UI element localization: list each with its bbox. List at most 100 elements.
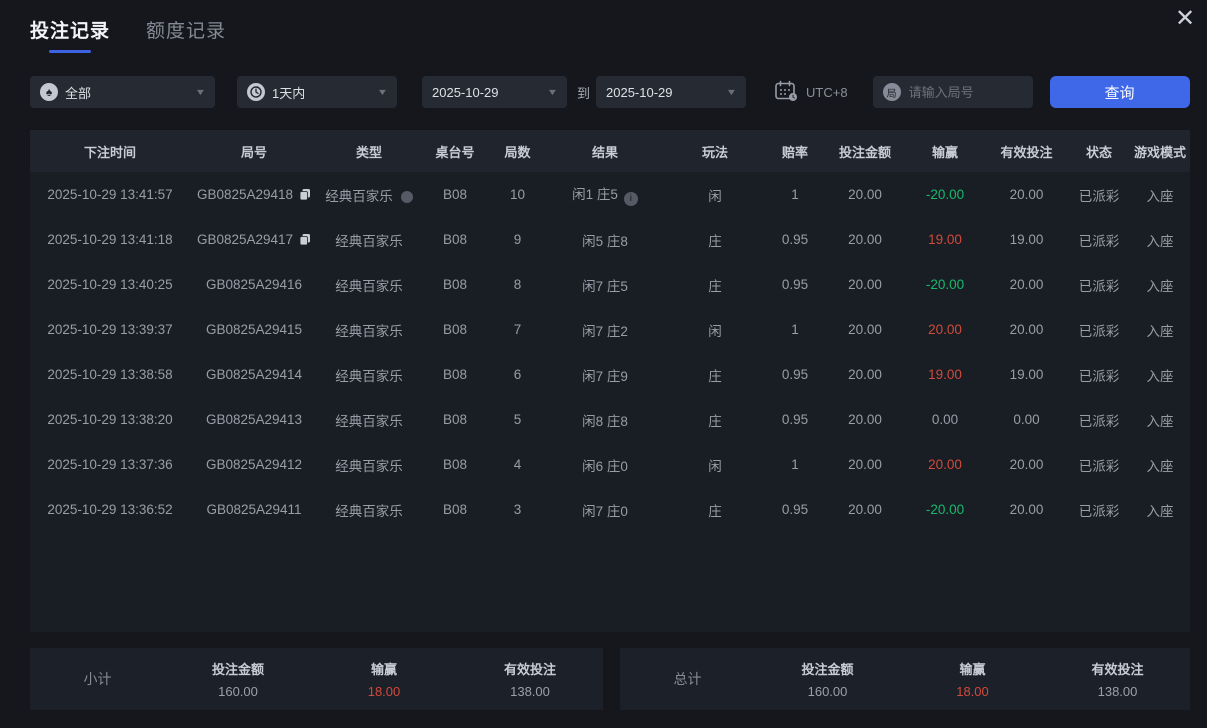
cell-round-id: GB0825A29413 (190, 397, 318, 442)
cell-win-loss: 20.00 (905, 442, 985, 487)
chevron-down-icon: ▼ (195, 87, 207, 97)
subtotal-win-loss: 输赢 18.00 (311, 659, 457, 699)
filter-bar: ♠ 全部 ▼ 1天内 ▼ 2025-10-29 ▼ 到 2025-10-29 ▼… (30, 76, 1190, 108)
info-icon[interactable]: i (624, 192, 638, 206)
cell-table-number: B08 (420, 262, 490, 307)
cell-round-id: GB0825A29412 (190, 442, 318, 487)
date-to-value: 2025-10-29 (606, 85, 673, 100)
cell-play-type: 闲 (665, 442, 765, 487)
date-from-value: 2025-10-29 (432, 85, 499, 100)
cell-status: 已派彩 (1068, 262, 1130, 307)
chevron-down-icon: ▼ (377, 87, 389, 97)
cell-game-mode: 入座 (1130, 397, 1190, 442)
timezone-label: UTC+8 (806, 85, 848, 100)
dialog-tabs: 投注记录 额度记录 (30, 16, 226, 53)
time-range-select[interactable]: 1天内 ▼ (237, 76, 397, 108)
summary-row: 小计 投注金额 160.00 输赢 18.00 有效投注 138.00 总计 投… (30, 648, 1190, 710)
table-row: 2025-10-29 13:36:52 GB0825A29411 经典百家乐 B… (30, 487, 1190, 532)
timezone-group: UTC+8 (774, 80, 848, 105)
subtotal-panel: 小计 投注金额 160.00 输赢 18.00 有效投注 138.00 (30, 648, 603, 710)
cell-status: 已派彩 (1068, 487, 1130, 532)
tab-bet-records[interactable]: 投注记录 (30, 16, 110, 53)
cell-odds: 1 (765, 307, 825, 352)
cell-round-count: 7 (490, 307, 545, 352)
query-button[interactable]: 查询 (1050, 76, 1190, 108)
cell-status: 已派彩 (1068, 442, 1130, 487)
column-header: 有效投注 (985, 130, 1068, 172)
cell-game-type: 经典百家乐 (318, 262, 420, 307)
cell-win-loss: 0.00 (905, 397, 985, 442)
cell-game-type: 经典百家乐 (318, 352, 420, 397)
total-label: 总计 (620, 669, 755, 689)
cell-status: 已派彩 (1068, 172, 1130, 217)
cell-game-mode: 入座 (1130, 307, 1190, 352)
cell-play-type: 庄 (665, 262, 765, 307)
close-icon[interactable]: ✕ (1169, 2, 1201, 34)
cell-game-mode: 入座 (1130, 217, 1190, 262)
column-header: 投注金额 (825, 130, 905, 172)
cell-valid-bet: 20.00 (985, 172, 1068, 217)
cell-round-count: 10 (490, 172, 545, 217)
video-dot-icon (401, 191, 413, 203)
cell-round-id: GB0825A29418 (190, 172, 318, 217)
column-header: 输赢 (905, 130, 985, 172)
column-header: 局数 (490, 130, 545, 172)
cell-odds: 0.95 (765, 397, 825, 442)
cell-valid-bet: 19.00 (985, 217, 1068, 262)
total-valid-bet: 有效投注 138.00 (1045, 659, 1190, 699)
cell-table-number: B08 (420, 397, 490, 442)
cell-valid-bet: 20.00 (985, 442, 1068, 487)
date-to-picker[interactable]: 2025-10-29 ▼ (596, 76, 746, 108)
cell-result: 闲5 庄8i (545, 217, 665, 262)
date-from-picker[interactable]: 2025-10-29 ▼ (422, 76, 567, 108)
cell-bet-time: 2025-10-29 13:38:58 (30, 352, 190, 397)
column-header: 状态 (1068, 130, 1130, 172)
cell-odds: 0.95 (765, 487, 825, 532)
cell-table-number: B08 (420, 307, 490, 352)
cell-odds: 1 (765, 172, 825, 217)
copy-icon[interactable] (299, 188, 311, 201)
cell-game-mode: 入座 (1130, 487, 1190, 532)
round-number-input[interactable] (909, 85, 1019, 100)
cell-play-type: 庄 (665, 217, 765, 262)
time-range-value: 1天内 (272, 83, 305, 102)
cell-status: 已派彩 (1068, 397, 1130, 442)
cell-table-number: B08 (420, 172, 490, 217)
cell-odds: 0.95 (765, 217, 825, 262)
cell-valid-bet: 19.00 (985, 352, 1068, 397)
cell-bet-amount: 20.00 (825, 217, 905, 262)
cell-round-count: 4 (490, 442, 545, 487)
column-header: 结果 (545, 130, 665, 172)
spade-icon: ♠ (40, 83, 58, 101)
table-row: 2025-10-29 13:37:36 GB0825A29412 经典百家乐 B… (30, 442, 1190, 487)
cell-play-type: 闲 (665, 172, 765, 217)
cell-status: 已派彩 (1068, 307, 1130, 352)
date-connector-label: 到 (577, 83, 590, 102)
cell-play-type: 庄 (665, 487, 765, 532)
column-header: 赔率 (765, 130, 825, 172)
records-table-panel: 下注时间局号类型桌台号局数结果玩法赔率投注金额输赢有效投注状态游戏模式 2025… (30, 130, 1190, 632)
copy-icon[interactable] (299, 233, 311, 246)
subtotal-valid-bet: 有效投注 138.00 (457, 659, 603, 699)
cell-round-count: 9 (490, 217, 545, 262)
round-search-box: 局 (873, 76, 1033, 108)
column-header: 下注时间 (30, 130, 190, 172)
cell-table-number: B08 (420, 352, 490, 397)
cell-valid-bet: 20.00 (985, 307, 1068, 352)
cell-bet-time: 2025-10-29 13:36:52 (30, 487, 190, 532)
column-header: 局号 (190, 130, 318, 172)
cell-game-mode: 入座 (1130, 262, 1190, 307)
game-type-value: 全部 (65, 83, 91, 102)
game-type-select[interactable]: ♠ 全部 ▼ (30, 76, 215, 108)
cell-game-type: 经典百家乐 (318, 217, 420, 262)
cell-bet-amount: 20.00 (825, 487, 905, 532)
cell-play-type: 闲 (665, 307, 765, 352)
cell-round-count: 5 (490, 397, 545, 442)
tab-quota-records[interactable]: 额度记录 (146, 16, 226, 43)
cell-bet-amount: 20.00 (825, 172, 905, 217)
clock-icon (247, 83, 265, 101)
cell-result: 闲7 庄5i (545, 262, 665, 307)
column-header: 桌台号 (420, 130, 490, 172)
tab-bet-records-label: 投注记录 (30, 16, 110, 43)
table-row: 2025-10-29 13:41:18 GB0825A29417 经典百家乐 B… (30, 217, 1190, 262)
